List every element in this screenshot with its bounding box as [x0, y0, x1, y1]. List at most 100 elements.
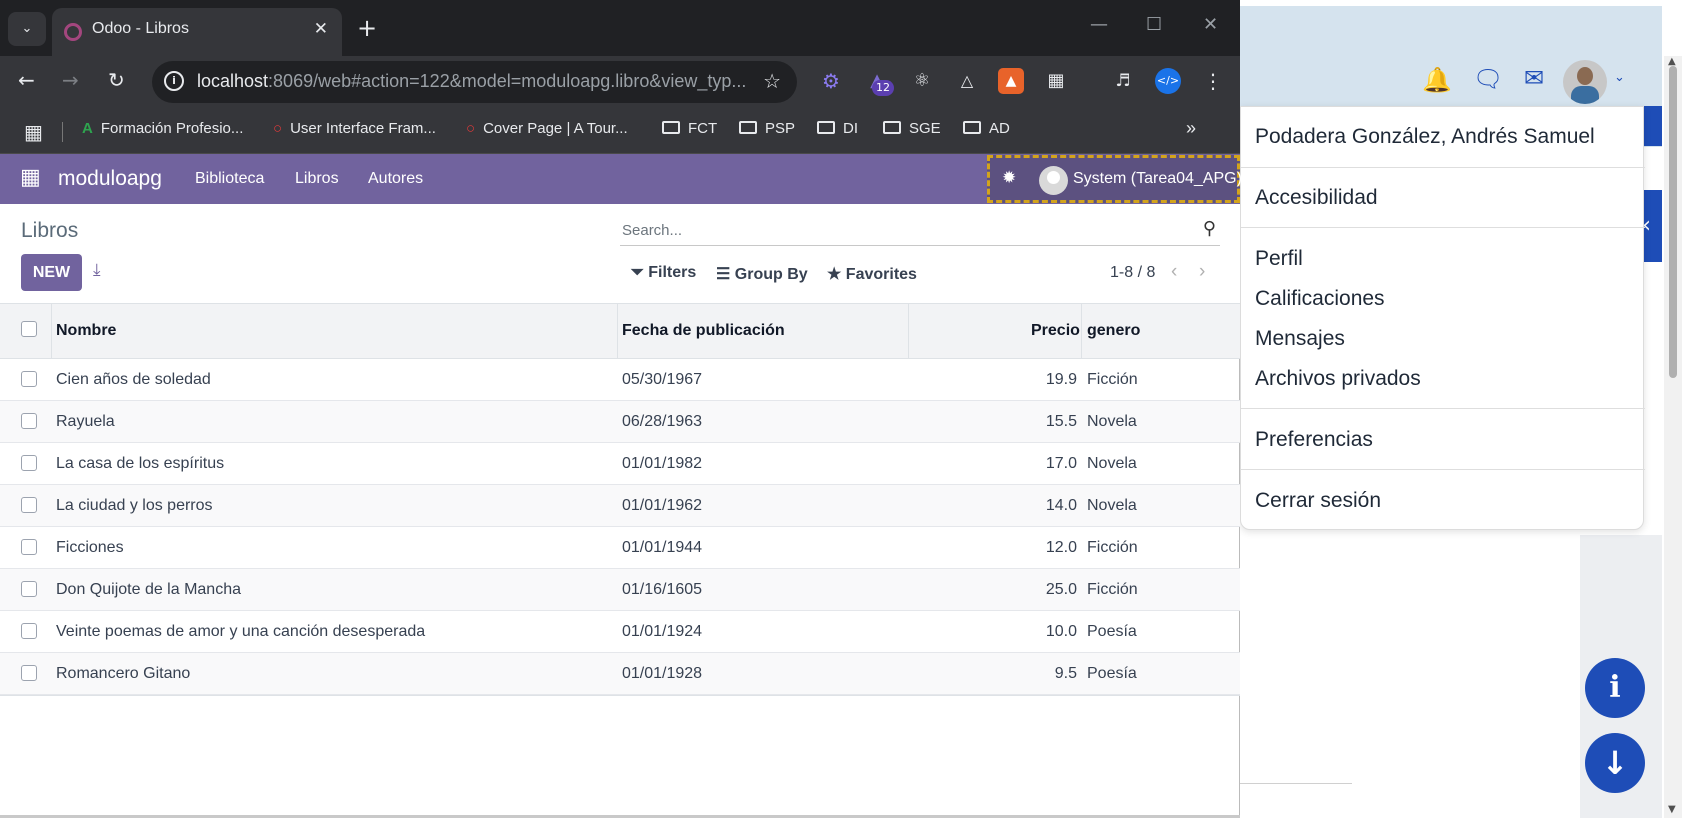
menu-kebab-icon[interactable]: ⋮	[1200, 68, 1226, 94]
user-switcher[interactable]: ✹ System (Tarea04_APG)	[987, 155, 1242, 203]
coverpage-favicon-icon: ○	[466, 120, 476, 137]
column-divider	[617, 304, 618, 359]
menu-item-calificaciones[interactable]: Calificaciones	[1255, 287, 1385, 311]
more-bookmarks-icon[interactable]: »	[1186, 118, 1196, 139]
pager-value[interactable]: 1-8 / 8	[1110, 264, 1155, 282]
site-info-icon[interactable]: i	[164, 71, 184, 91]
lighthouse-extension-icon[interactable]: ▲	[998, 68, 1024, 94]
apps-menu-icon[interactable]: ▦	[20, 166, 41, 188]
divider	[1241, 469, 1645, 470]
menu-libros[interactable]: Libros	[295, 170, 339, 188]
bookmark-item[interactable]: ○ Cover Page | A Tour...	[466, 120, 628, 137]
app-brand[interactable]: moduloapg	[58, 167, 162, 191]
pager-prev-icon[interactable]: ‹	[1171, 261, 1177, 283]
row-checkbox[interactable]	[21, 539, 37, 555]
menu-biblioteca[interactable]: Biblioteca	[195, 170, 264, 188]
column-precio[interactable]: Precio	[1031, 322, 1080, 340]
row-checkbox[interactable]	[21, 665, 37, 681]
bookmark-item[interactable]: A Formación Profesio...	[82, 120, 243, 137]
browser-tab[interactable]: Odoo - Libros ✕	[52, 8, 342, 56]
cell-nombre: Rayuela	[56, 413, 115, 430]
media-control-icon[interactable]: ♬	[1110, 68, 1136, 94]
table-row[interactable]: Romancero Gitano 01/01/1928 9.5 Poesía	[0, 653, 1240, 695]
forward-icon[interactable]: →	[62, 68, 79, 92]
row-checkbox[interactable]	[21, 623, 37, 639]
cell-precio: 17.0	[1045, 455, 1077, 472]
apps-grid-icon[interactable]: ▦	[24, 120, 43, 144]
close-tab-icon[interactable]: ✕	[314, 19, 328, 39]
row-checkbox[interactable]	[21, 581, 37, 597]
chat-icon[interactable]: 🗨	[1473, 67, 1503, 91]
table-row[interactable]: Don Quijote de la Mancha 01/16/1605 25.0…	[0, 569, 1240, 611]
filters-button[interactable]: ⏷ Filters	[631, 264, 696, 282]
select-all-checkbox[interactable]	[21, 321, 37, 337]
bookmark-folder-sge[interactable]: SGE	[883, 120, 941, 137]
bookmark-folder-fct[interactable]: FCT	[662, 120, 717, 137]
new-button[interactable]: NEW	[21, 254, 82, 291]
cell-fecha: 06/28/1963	[622, 413, 703, 430]
row-checkbox[interactable]	[21, 371, 37, 387]
new-tab-button[interactable]: +	[357, 15, 377, 41]
bookmark-folder-di[interactable]: DI	[817, 120, 858, 137]
odoo-favicon-icon	[64, 23, 82, 41]
favorites-button[interactable]: ★ Favorites	[827, 264, 917, 284]
url-text[interactable]: localhost:8069/web#action=122&model=modu…	[197, 71, 746, 92]
bell-icon[interactable]: 🔔	[1422, 68, 1452, 92]
user-menu-name: Podadera González, Andrés Samuel	[1255, 125, 1595, 148]
gear-extension-icon[interactable]: ⚙	[818, 68, 844, 94]
reload-icon[interactable]: ↻	[108, 68, 125, 92]
menu-item-cerrar-sesion[interactable]: Cerrar sesión	[1255, 489, 1381, 513]
chevron-down-icon[interactable]: ⌄	[1614, 70, 1625, 85]
table-row[interactable]: La ciudad y los perros 01/01/1962 14.0 N…	[0, 485, 1240, 527]
column-genero[interactable]: genero	[1087, 322, 1140, 340]
debug-bug-icon[interactable]: ✹	[1002, 168, 1016, 188]
address-bar[interactable]: i localhost:8069/web#action=122&model=mo…	[152, 61, 797, 103]
menu-item-preferencias[interactable]: Preferencias	[1255, 428, 1373, 452]
bookmark-folder-psp[interactable]: PSP	[739, 120, 795, 137]
react-extension-icon[interactable]: ⚛	[909, 68, 935, 94]
maximize-icon[interactable]: ☐	[1146, 14, 1162, 35]
table-row[interactable]: La casa de los espíritus 01/01/1982 17.0…	[0, 443, 1240, 485]
tab-search-button[interactable]: ⌄	[8, 12, 46, 46]
code-extension-icon[interactable]: </>	[1155, 68, 1181, 94]
page-scrollbar[interactable]: ▲ ▼	[1664, 56, 1682, 818]
table-header: Nombre Fecha de publicación Precio gener…	[0, 304, 1240, 359]
info-button[interactable]: i	[1585, 658, 1645, 718]
back-icon[interactable]: ←	[18, 68, 35, 92]
group-by-button[interactable]: ☰ Group By	[716, 264, 808, 284]
extensions-puzzle-icon[interactable]: ▦	[1043, 68, 1069, 94]
row-checkbox[interactable]	[21, 497, 37, 513]
menu-item-accesibilidad[interactable]: Accesibilidad	[1255, 186, 1378, 210]
column-fecha[interactable]: Fecha de publicación	[622, 322, 785, 340]
row-checkbox[interactable]	[21, 455, 37, 471]
menu-item-mensajes[interactable]: Mensajes	[1255, 327, 1345, 351]
close-window-icon[interactable]: ✕	[1203, 14, 1218, 35]
table-row[interactable]: Ficciones 01/01/1944 12.0 Ficción	[0, 527, 1240, 569]
menu-item-archivos[interactable]: Archivos privados	[1255, 367, 1421, 391]
bookmark-item[interactable]: ○ User Interface Fram...	[273, 120, 436, 137]
bookmark-star-icon[interactable]: ☆	[763, 69, 781, 93]
scroll-down-icon[interactable]: ▼	[1668, 804, 1676, 815]
menu-autores[interactable]: Autores	[368, 170, 423, 188]
table-row[interactable]: Cien años de soledad 05/30/1967 19.9 Fic…	[0, 359, 1240, 401]
avatar[interactable]	[1563, 60, 1607, 104]
filter-icon: ⏷	[631, 264, 649, 281]
table-row[interactable]: Rayuela 06/28/1963 15.5 Novela	[0, 401, 1240, 443]
cell-fecha: 01/01/1944	[622, 539, 703, 556]
search-icon[interactable]: ⚲	[1203, 218, 1216, 239]
scrollbar-thumb[interactable]	[1669, 66, 1677, 378]
angular-extension-icon[interactable]: △	[954, 68, 980, 94]
scroll-down-button[interactable]: ↓	[1585, 733, 1645, 793]
row-checkbox[interactable]	[21, 413, 37, 429]
column-nombre[interactable]: Nombre	[56, 322, 116, 340]
pager-next-icon[interactable]: ›	[1199, 261, 1205, 283]
search-input[interactable]: Search... ⚲	[620, 216, 1220, 246]
minimize-icon[interactable]: —	[1090, 14, 1108, 35]
mail-icon[interactable]: ✉	[1524, 66, 1544, 90]
folder-icon	[817, 121, 835, 134]
user-avatar	[1039, 166, 1068, 195]
bookmark-folder-ad[interactable]: AD	[963, 120, 1010, 137]
menu-item-perfil[interactable]: Perfil	[1255, 247, 1303, 271]
download-icon[interactable]: ⤓	[93, 260, 101, 280]
table-row[interactable]: Veinte poemas de amor y una canción dese…	[0, 611, 1240, 653]
